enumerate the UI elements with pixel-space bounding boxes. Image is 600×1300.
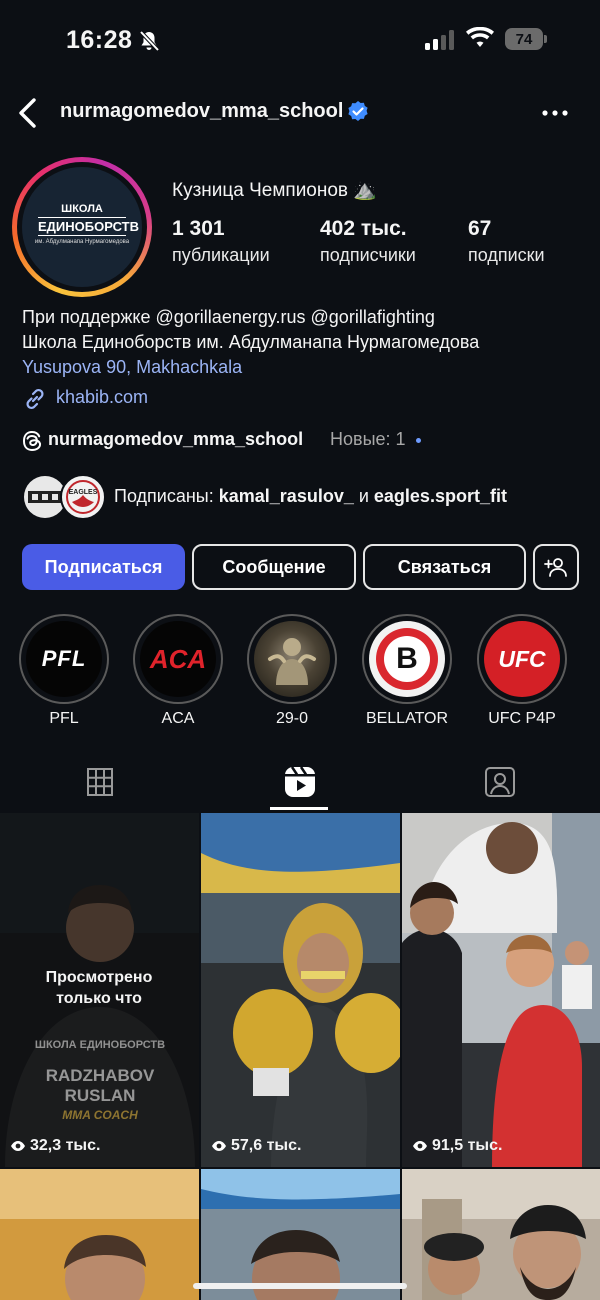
stat-posts[interactable]: 1 301 публикации [172, 217, 270, 266]
followed-by-and: и [353, 486, 374, 506]
mutual-followers[interactable]: EAGLES Подписаны: kamal_rasulov_ и eagle… [22, 474, 582, 522]
reel-thumbnail[interactable]: ШКОЛА ЕДИНОБОРСТВ RADZHABOV RUSLAN MMA C… [0, 813, 199, 1167]
bell-muted-icon [139, 30, 160, 52]
battery-level: 74 [515, 31, 533, 48]
avatar-logo-line2: ЕДИНОБОРСТВ [38, 217, 139, 236]
stat-following-label: подписки [468, 245, 545, 265]
eye-icon [413, 1141, 427, 1151]
profile-avatar[interactable]: ШКОЛА ЕДИНОБОРСТВ им. Абдулманапа Нурмаг… [22, 167, 142, 287]
followed-by-user-2[interactable]: eagles.sport_fit [374, 486, 507, 506]
reel-views: 32,3 тыс. [10, 1137, 100, 1155]
highlight-29-0[interactable]: 29-0 [247, 614, 337, 728]
profile-header: nurmagomedov_mma_school [0, 90, 600, 136]
highlight-pfl[interactable]: PFL PFL [19, 614, 109, 728]
followed-by-prefix: Подписаны: [114, 486, 219, 506]
grid-tab-icon[interactable] [80, 760, 120, 804]
highlight-label: 29-0 [275, 710, 309, 727]
highlight-label: ACA [161, 710, 195, 727]
status-bar: 16:28 74 [0, 0, 600, 80]
viewed-overlay: Просмотрено только что [45, 969, 153, 1007]
highlight-label: BELLATOR [365, 710, 449, 727]
reel-thumbnail[interactable]: 91,5 тыс. [402, 813, 600, 1167]
reel-6-image [402, 1169, 600, 1300]
highlight-label: UFC P4P [488, 710, 556, 727]
threads-username: nurmagomedov_mma_school [48, 429, 304, 449]
highlight-bellator[interactable]: B BELLATOR [362, 614, 452, 728]
reel-views-count: 32,3 тыс. [30, 1137, 101, 1154]
verified-badge-icon [348, 101, 368, 121]
mutual-followers-text: Подписаны: kamal_rasulov_ и eagles.sport… [114, 486, 507, 507]
tagged-tab-icon[interactable] [480, 760, 520, 804]
pfl-logo: PFL [41, 646, 87, 671]
reel-thumbnail[interactable] [201, 1169, 400, 1300]
bio-location-link[interactable]: Yusupova 90, Makhachkala [22, 355, 582, 380]
active-tab-indicator [270, 807, 328, 810]
stat-following[interactable]: 67 подписки [468, 217, 545, 266]
follow-button[interactable]: Подписаться [22, 544, 185, 590]
external-link-text[interactable]: khabib.com [56, 387, 148, 408]
stat-posts-value: 1 301 [172, 217, 225, 240]
reel-views: 91,5 тыс. [412, 1137, 502, 1155]
bio-line-1: При поддержке @gorillaenergy.rus @gorill… [22, 307, 435, 327]
statue-image-icon [268, 638, 316, 685]
bio-line-2: Школа Единоборств им. Абдулманапа Нурмаг… [22, 332, 480, 352]
message-button[interactable]: Сообщение [192, 544, 356, 590]
reel-views-count: 91,5 тыс. [432, 1137, 503, 1154]
story-ring[interactable]: ШКОЛА ЕДИНОБОРСТВ им. Абдулманапа Нурмаг… [12, 157, 152, 297]
highlight-ufc-p4p[interactable]: UFC UFC P4P [477, 614, 567, 728]
followed-by-user-1[interactable]: kamal_rasulov_ [219, 486, 354, 506]
reel-2-image [201, 813, 400, 1167]
eye-icon [11, 1141, 25, 1151]
stat-followers-label: подписчики [320, 245, 416, 265]
reel-thumbnail[interactable] [0, 1169, 199, 1300]
highlight-label: PFL [49, 710, 79, 727]
stat-following-value: 67 [468, 217, 492, 240]
eagles-logo-text: EAGLES [69, 489, 98, 496]
highlight-aca[interactable]: ACA ACA [133, 614, 223, 728]
bellator-logo: B [396, 642, 418, 675]
content-tabs [0, 760, 600, 810]
stat-followers-value: 402 тыс. [320, 217, 407, 240]
reel-4-image [0, 1169, 199, 1300]
link-icon [26, 388, 44, 410]
reel-thumbnail[interactable]: 57,6 тыс. [201, 813, 400, 1167]
status-time: 16:28 [66, 26, 133, 54]
header-username: nurmagomedov_mma_school [60, 100, 344, 122]
threads-new-dot [416, 438, 421, 443]
reel-3-image [402, 813, 600, 1167]
home-indicator[interactable] [193, 1283, 407, 1289]
profile-display-name: Кузница Чемпионов ⛰️ [172, 180, 377, 201]
profile-bio: При поддержке @gorillaenergy.rus @gorill… [22, 305, 582, 380]
threads-icon [22, 430, 42, 451]
threads-new-count: Новые: 1 [330, 429, 406, 449]
more-options-icon[interactable] [540, 102, 570, 124]
wifi-icon [466, 27, 494, 47]
cellular-signal-icon [425, 30, 454, 50]
contact-button[interactable]: Связаться [363, 544, 526, 590]
battery-indicator: 74 [505, 28, 547, 50]
avatar-logo-line3: им. Абдулманапа Нурмагомедова [34, 239, 130, 245]
reel-views: 57,6 тыс. [211, 1137, 301, 1155]
reel-views-count: 57,6 тыс. [231, 1137, 302, 1154]
aca-logo: ACA [149, 643, 207, 674]
avatar-logo-line1: ШКОЛА [61, 203, 103, 215]
mutual-follower-avatar-2: EAGLES [60, 474, 106, 520]
reel-5-image [201, 1169, 400, 1300]
ufc-logo: UFC [498, 645, 546, 672]
reel-thumbnail[interactable] [402, 1169, 600, 1300]
eye-icon [212, 1141, 226, 1151]
stat-posts-label: публикации [172, 245, 270, 265]
suggested-users-button[interactable] [533, 544, 579, 590]
reels-tab-icon[interactable] [280, 760, 320, 804]
add-person-icon [544, 558, 567, 577]
stat-followers[interactable]: 402 тыс. подписчики [320, 217, 416, 266]
back-chevron-icon[interactable] [14, 96, 42, 130]
